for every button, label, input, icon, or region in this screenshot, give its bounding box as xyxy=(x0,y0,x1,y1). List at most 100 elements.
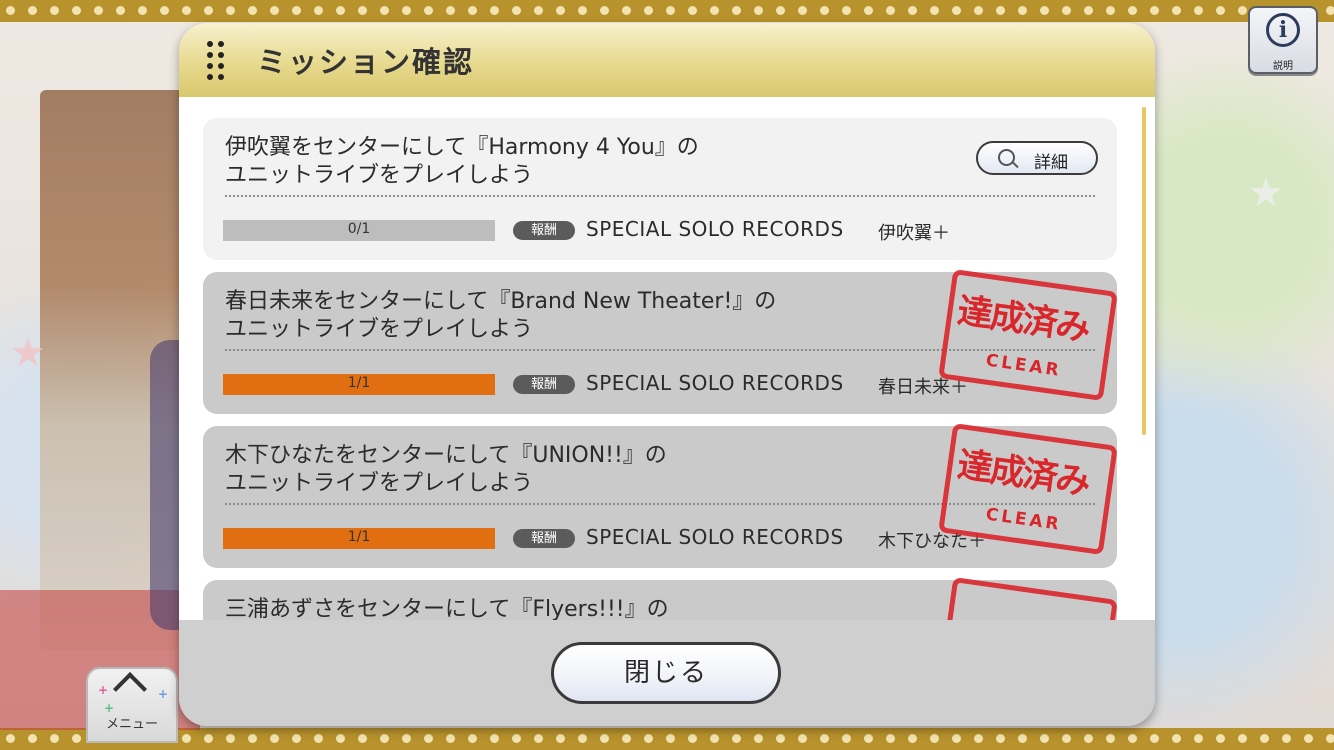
dialog-footer: 閉じる xyxy=(179,620,1155,726)
mission-title: 春日未来をセンターにして『Brand New Theater!』の ユニットライ… xyxy=(225,289,777,342)
film-hole xyxy=(490,6,499,15)
film-hole xyxy=(974,734,983,743)
film-hole xyxy=(1062,6,1071,15)
film-hole xyxy=(1194,6,1203,15)
clear-stamp: 達成済み CLEAR xyxy=(938,268,1118,402)
film-hole xyxy=(1084,6,1093,15)
clear-stamp xyxy=(938,576,1118,620)
mission-title: 伊吹翼をセンターにして『Harmony 4 You』の ユニットライブをプレイし… xyxy=(225,135,699,188)
film-hole xyxy=(666,734,675,743)
film-hole xyxy=(446,734,455,743)
mission-list[interactable]: 伊吹翼をセンターにして『Harmony 4 You』の ユニットライブをプレイし… xyxy=(179,97,1155,620)
info-icon: i xyxy=(1266,13,1300,47)
film-hole xyxy=(688,734,697,743)
film-hole xyxy=(248,734,257,743)
film-hole xyxy=(732,734,741,743)
reward-badge: 報酬 xyxy=(513,221,575,240)
film-hole xyxy=(1282,734,1291,743)
film-hole xyxy=(72,6,81,15)
film-hole xyxy=(468,6,477,15)
film-hole xyxy=(996,734,1005,743)
film-hole xyxy=(1326,6,1334,15)
film-hole xyxy=(666,6,675,15)
film-hole xyxy=(402,6,411,15)
reward-name: SPECIAL SOLO RECORDS xyxy=(586,525,844,549)
film-hole xyxy=(28,734,37,743)
close-button[interactable]: 閉じる xyxy=(551,642,781,704)
film-hole xyxy=(270,734,279,743)
film-hole xyxy=(732,6,741,15)
film-hole xyxy=(1018,734,1027,743)
film-hole xyxy=(116,6,125,15)
film-hole xyxy=(776,6,785,15)
film-hole xyxy=(798,6,807,15)
film-strip-bottom xyxy=(0,728,1334,750)
help-button[interactable]: i 説明 xyxy=(1248,6,1318,74)
film-hole xyxy=(842,734,851,743)
film-hole xyxy=(1216,734,1225,743)
film-hole xyxy=(314,734,323,743)
film-hole xyxy=(292,734,301,743)
detail-button[interactable]: 詳細 xyxy=(976,141,1098,175)
film-hole xyxy=(50,6,59,15)
dialog-header: ミッション確認 xyxy=(179,23,1155,97)
sparkle-icon: + xyxy=(98,683,109,697)
film-hole xyxy=(556,734,565,743)
film-hole xyxy=(182,734,191,743)
sparkle-icon: + xyxy=(158,687,169,701)
progress-bar: 1/1 xyxy=(223,374,495,395)
film-hole xyxy=(1128,6,1137,15)
film-hole xyxy=(94,6,103,15)
film-hole xyxy=(908,734,917,743)
film-hole xyxy=(754,734,763,743)
film-hole xyxy=(1106,734,1115,743)
film-hole xyxy=(380,734,389,743)
film-hole xyxy=(864,6,873,15)
film-hole xyxy=(446,6,455,15)
divider xyxy=(225,195,1095,197)
film-strip-top xyxy=(0,0,1334,22)
film-hole xyxy=(1238,6,1247,15)
close-button-label: 閉じる xyxy=(623,658,708,688)
film-hole xyxy=(270,6,279,15)
film-hole xyxy=(644,6,653,15)
film-hole xyxy=(28,6,37,15)
film-hole xyxy=(1040,6,1049,15)
film-hole xyxy=(710,6,719,15)
mission-title: 三浦あずさをセンターにして『Flyers!!!』の xyxy=(225,597,669,620)
menu-button[interactable]: + + + メニュー xyxy=(86,667,178,743)
film-hole xyxy=(204,734,213,743)
film-hole xyxy=(600,734,609,743)
scrollbar[interactable] xyxy=(1142,107,1146,435)
film-hole xyxy=(226,6,235,15)
film-hole xyxy=(1128,734,1137,743)
film-hole xyxy=(1040,734,1049,743)
film-hole xyxy=(754,6,763,15)
film-hole xyxy=(336,734,345,743)
film-hole xyxy=(1216,6,1225,15)
film-hole xyxy=(622,734,631,743)
film-hole xyxy=(886,6,895,15)
film-hole xyxy=(864,734,873,743)
film-hole xyxy=(1172,6,1181,15)
film-hole xyxy=(336,6,345,15)
film-hole xyxy=(798,734,807,743)
film-hole xyxy=(996,6,1005,15)
film-hole xyxy=(886,734,895,743)
film-hole xyxy=(1062,734,1071,743)
film-hole xyxy=(1084,734,1093,743)
film-hole xyxy=(292,6,301,15)
film-hole xyxy=(314,6,323,15)
film-hole xyxy=(556,6,565,15)
progress-text: 1/1 xyxy=(347,375,371,391)
film-hole xyxy=(182,6,191,15)
progress-bar: 0/1 xyxy=(223,220,495,241)
menu-button-label: メニュー xyxy=(105,717,158,732)
detail-button-label: 詳細 xyxy=(1034,153,1068,173)
film-hole xyxy=(578,6,587,15)
film-hole xyxy=(490,734,499,743)
film-hole xyxy=(1150,6,1159,15)
film-hole xyxy=(72,734,81,743)
dialog-title: ミッション確認 xyxy=(257,45,475,79)
progress-text: 1/1 xyxy=(347,529,371,545)
